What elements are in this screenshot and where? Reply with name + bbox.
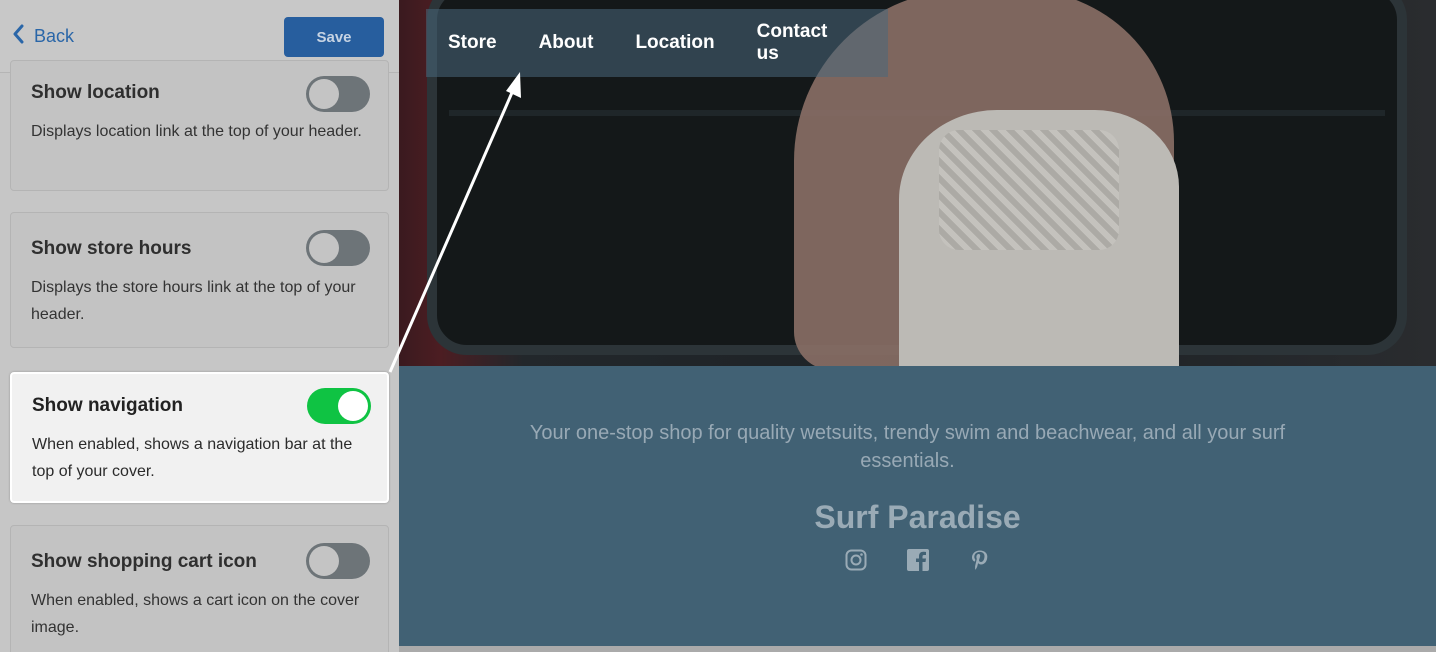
setting-description: Displays location link at the top of you… (31, 123, 362, 140)
store-name: Surf Paradise (814, 499, 1021, 535)
back-label: Back (34, 26, 75, 46)
toggle-knob (338, 391, 368, 421)
nav-item-about[interactable]: About (539, 32, 594, 54)
setting-description: When enabled, shows a cart icon on the c… (31, 592, 360, 636)
save-button[interactable]: Save (284, 17, 384, 57)
store-tagline: Your one-stop shop for quality wetsuits,… (529, 422, 1286, 472)
setting-title: Show store hours (31, 238, 192, 259)
instagram-icon[interactable] (844, 548, 868, 572)
nav-item-contact-us[interactable]: Contact us (757, 21, 846, 65)
setting-card-store-hours: Show store hours Displays the store hour… (10, 212, 389, 348)
setting-card-shopping-cart: Show shopping cart icon When enabled, sh… (10, 525, 389, 652)
toggle-knob (309, 233, 339, 263)
toggle-knob (309, 79, 339, 109)
pinterest-icon[interactable] (968, 548, 992, 572)
setting-title: Show shopping cart icon (31, 551, 257, 572)
facebook-icon[interactable] (906, 548, 930, 572)
setting-description: When enabled, shows a navigation bar at … (32, 436, 353, 480)
preview-bottom-edge (399, 646, 1436, 652)
store-hours-toggle[interactable] (306, 230, 370, 266)
navigation-toggle[interactable] (307, 388, 371, 424)
nav-item-location[interactable]: Location (635, 32, 714, 54)
cover-image: Store About Location Contact us (399, 0, 1436, 366)
setting-card-navigation: Show navigation When enabled, shows a na… (10, 372, 389, 503)
setting-title: Show navigation (32, 395, 183, 416)
chevron-left-icon (12, 24, 34, 49)
shopping-cart-toggle[interactable] (306, 543, 370, 579)
setting-card-location: Show location Displays location link at … (10, 60, 389, 191)
location-toggle[interactable] (306, 76, 370, 112)
setting-description: Displays the store hours link at the top… (31, 279, 356, 323)
settings-panel: Back Save Show location Displays locatio… (0, 0, 399, 652)
social-links (399, 548, 1436, 572)
store-info: Your one-stop shop for quality wetsuits,… (399, 366, 1436, 646)
nav-item-store[interactable]: Store (448, 32, 497, 54)
store-preview: Store About Location Contact us Your one… (399, 0, 1436, 646)
cover-photo-top (899, 110, 1179, 366)
toggle-knob (309, 546, 339, 576)
setting-title: Show location (31, 82, 160, 103)
navigation-bar: Store About Location Contact us (426, 9, 888, 77)
back-button[interactable]: Back (12, 24, 74, 49)
